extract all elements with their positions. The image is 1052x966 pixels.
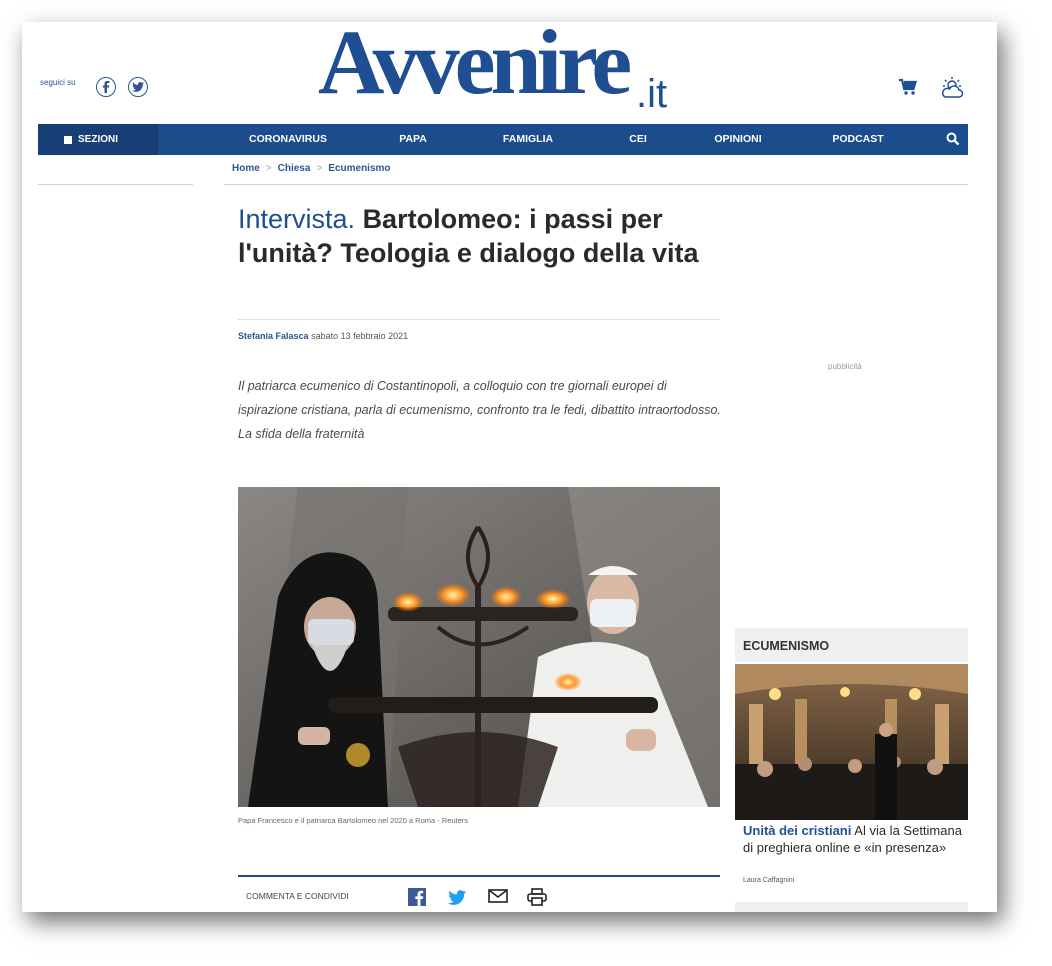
breadcrumb-separator: > <box>265 163 272 174</box>
site-logo[interactable]: Avvenire .it <box>318 22 698 122</box>
nav-item-opinioni[interactable]: OPINIONI <box>708 124 768 155</box>
article-headline: Intervista. Bartolomeo: i passi per l'un… <box>238 202 728 270</box>
share-label: COMMENTA E CONDIVIDI <box>246 891 349 901</box>
weather-icon[interactable] <box>940 77 964 104</box>
twitter-share-icon[interactable] <box>448 890 466 910</box>
menu-icon <box>64 135 72 144</box>
article-photo[interactable] <box>238 487 720 807</box>
divider <box>238 319 720 320</box>
facebook-share-icon[interactable] <box>408 888 426 911</box>
divider <box>38 184 193 185</box>
cart-icon[interactable] <box>898 77 918 102</box>
follow-label: seguici su <box>40 78 76 87</box>
breadcrumb: Home > Chiesa > Ecumenismo <box>232 163 391 174</box>
share-divider <box>238 875 720 877</box>
publish-date: sabato 13 febbraio 2021 <box>311 331 409 341</box>
headline-kicker: Intervista. <box>238 204 356 234</box>
main-nav: SEZIONI CORONAVIRUS PAPA FAMIGLIA CEI OP… <box>38 124 968 155</box>
nav-item-cei[interactable]: CEI <box>618 124 658 155</box>
author-link[interactable]: Stefania Falasca <box>238 331 309 341</box>
sidebar-story-kicker: Unità dei cristiani <box>743 823 852 838</box>
sections-label: SEZIONI <box>78 134 119 145</box>
nav-item-papa[interactable]: PAPA <box>388 124 438 155</box>
logo-suffix: .it <box>636 72 668 116</box>
print-icon[interactable] <box>527 888 547 911</box>
sections-menu-button[interactable]: SEZIONI <box>38 124 158 155</box>
ad-label: pubblicità <box>828 362 862 371</box>
breadcrumb-ecumenismo[interactable]: Ecumenismo <box>328 163 390 174</box>
facebook-icon[interactable] <box>96 77 116 97</box>
sidebar-next-block <box>735 902 968 912</box>
logo-wordmark: Avvenire <box>318 22 632 113</box>
breadcrumb-separator: > <box>316 163 323 174</box>
page-frame: seguici su Avvenire .it SEZIONI CORONAVI… <box>22 22 997 912</box>
nav-item-coronavirus[interactable]: CORONAVIRUS <box>228 124 348 155</box>
breadcrumb-home[interactable]: Home <box>232 163 260 174</box>
sidebar-section-title[interactable]: ECUMENISMO <box>735 628 968 662</box>
breadcrumb-chiesa[interactable]: Chiesa <box>278 163 311 174</box>
byline: Stefania Falasca sabato 13 febbraio 2021 <box>238 331 408 341</box>
mail-icon[interactable] <box>488 888 508 909</box>
twitter-icon[interactable] <box>128 77 148 97</box>
photo-caption: Papa Francesco e il patriarca Bartolomeo… <box>238 816 469 825</box>
article-summary: Il patriarca ecumenico di Costantinopoli… <box>238 379 721 441</box>
sidebar-story-photo[interactable] <box>735 664 968 820</box>
nav-item-podcast[interactable]: PODCAST <box>828 124 888 155</box>
nav-item-famiglia[interactable]: FAMIGLIA <box>488 124 568 155</box>
divider <box>224 184 968 185</box>
sidebar-story-title[interactable]: Unità dei cristiani Al via la Settimana … <box>743 822 963 856</box>
sidebar-story-author: Laura Caffagnini <box>743 877 795 884</box>
search-icon[interactable] <box>946 132 960 151</box>
